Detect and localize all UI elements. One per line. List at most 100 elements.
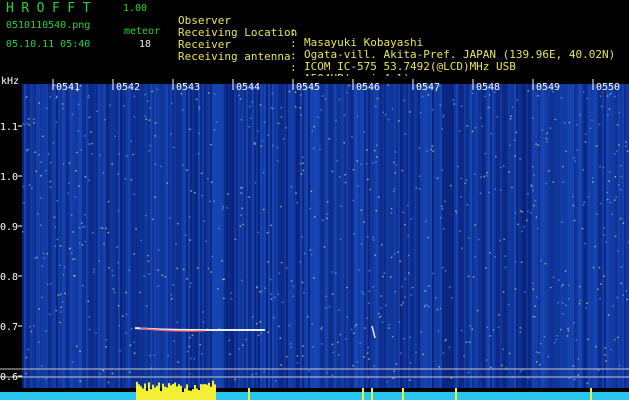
noise-column	[334, 84, 336, 388]
noise-column	[480, 84, 482, 388]
noise-speckle	[452, 99, 454, 101]
activity-bar	[204, 383, 206, 400]
noise-speckle	[201, 194, 203, 197]
noise-speckle	[263, 121, 266, 124]
noise-speckle	[88, 328, 91, 331]
noise-speckle	[153, 354, 156, 356]
noise-speckle	[380, 295, 382, 297]
file-name: 0510110540.png	[6, 20, 91, 31]
noise-speckle	[33, 122, 35, 124]
noise-speckle	[404, 133, 407, 135]
noise-column	[446, 84, 448, 388]
noise-speckle	[242, 344, 244, 346]
noise-speckle	[449, 286, 451, 289]
noise-speckle	[99, 373, 101, 375]
activity-bar	[212, 380, 214, 400]
activity-bar	[202, 384, 204, 400]
noise-speckle	[157, 285, 160, 287]
noise-speckle	[280, 261, 283, 264]
noise-speckle	[618, 184, 620, 186]
noise-speckle	[488, 106, 491, 108]
noise-column	[22, 84, 24, 388]
noise-speckle	[469, 325, 471, 327]
noise-speckle	[356, 160, 359, 162]
noise-speckle	[378, 313, 380, 315]
noise-column	[34, 84, 36, 388]
noise-speckle	[88, 316, 90, 318]
noise-speckle	[509, 118, 512, 120]
noise-speckle	[618, 364, 621, 367]
noise-column	[482, 84, 484, 388]
noise-speckle	[543, 336, 546, 338]
noise-speckle	[440, 307, 442, 310]
noise-speckle	[485, 359, 488, 361]
noise-speckle	[46, 283, 49, 286]
noise-speckle	[149, 354, 151, 357]
noise-column	[574, 84, 576, 388]
noise-column	[92, 84, 94, 388]
noise-column	[356, 84, 358, 388]
noise-speckle	[553, 341, 556, 344]
noise-speckle	[546, 132, 548, 135]
noise-speckle	[339, 333, 342, 336]
noise-speckle	[22, 123, 25, 125]
spectrogram-chart: 0541 0542 0543 0544 0545 0546 0547 0548 0549 0550…	[0, 76, 629, 400]
noise-speckle	[363, 356, 365, 358]
noise-column	[252, 84, 254, 388]
noise-speckle	[248, 196, 250, 198]
noise-speckle	[25, 372, 27, 375]
noise-speckle	[133, 253, 135, 255]
noise-speckle	[31, 187, 33, 190]
time-tick-label: 0549	[536, 82, 560, 93]
noise-speckle	[539, 259, 542, 262]
noise-speckle	[313, 147, 315, 150]
noise-speckle	[426, 304, 428, 306]
activity-bar	[186, 384, 188, 400]
noise-speckle	[213, 129, 216, 131]
noise-speckle	[222, 206, 224, 208]
noise-column	[234, 84, 236, 388]
activity-bar	[138, 384, 140, 400]
noise-speckle	[555, 339, 557, 341]
noise-column	[126, 84, 128, 388]
activity-bar	[188, 390, 190, 400]
noise-speckle	[267, 331, 269, 333]
noise-speckle	[339, 176, 341, 178]
noise-speckle	[521, 211, 523, 213]
noise-speckle	[294, 106, 297, 108]
noise-speckle	[441, 128, 444, 130]
noise-speckle	[183, 268, 185, 271]
noise-speckle	[239, 225, 242, 227]
noise-speckle	[393, 188, 396, 190]
noise-speckle	[544, 262, 547, 265]
noise-speckle	[519, 210, 522, 212]
noise-column	[402, 84, 404, 388]
noise-speckle	[361, 243, 363, 245]
noise-speckle	[609, 93, 611, 96]
noise-speckle	[132, 153, 134, 156]
noise-speckle	[574, 160, 576, 162]
noise-speckle	[337, 341, 339, 344]
noise-speckle	[303, 292, 305, 294]
noise-speckle	[609, 201, 612, 204]
noise-speckle	[480, 176, 482, 178]
noise-speckle	[28, 184, 31, 186]
noise-column	[264, 84, 266, 388]
noise-column	[362, 84, 364, 388]
noise-speckle	[38, 341, 40, 343]
noise-speckle	[27, 118, 30, 120]
noise-speckle	[60, 311, 62, 313]
noise-column	[288, 84, 290, 388]
noise-speckle	[328, 138, 330, 140]
noise-speckle	[302, 345, 304, 347]
noise-speckle	[358, 269, 360, 271]
activity-bar	[206, 384, 208, 400]
noise-column	[82, 84, 84, 388]
noise-speckle	[534, 200, 537, 202]
noise-speckle	[278, 272, 281, 274]
noise-column	[112, 84, 114, 388]
noise-speckle	[346, 91, 348, 94]
time-tick-label: 0546	[356, 82, 380, 93]
noise-column	[590, 84, 592, 388]
noise-speckle	[151, 218, 154, 221]
